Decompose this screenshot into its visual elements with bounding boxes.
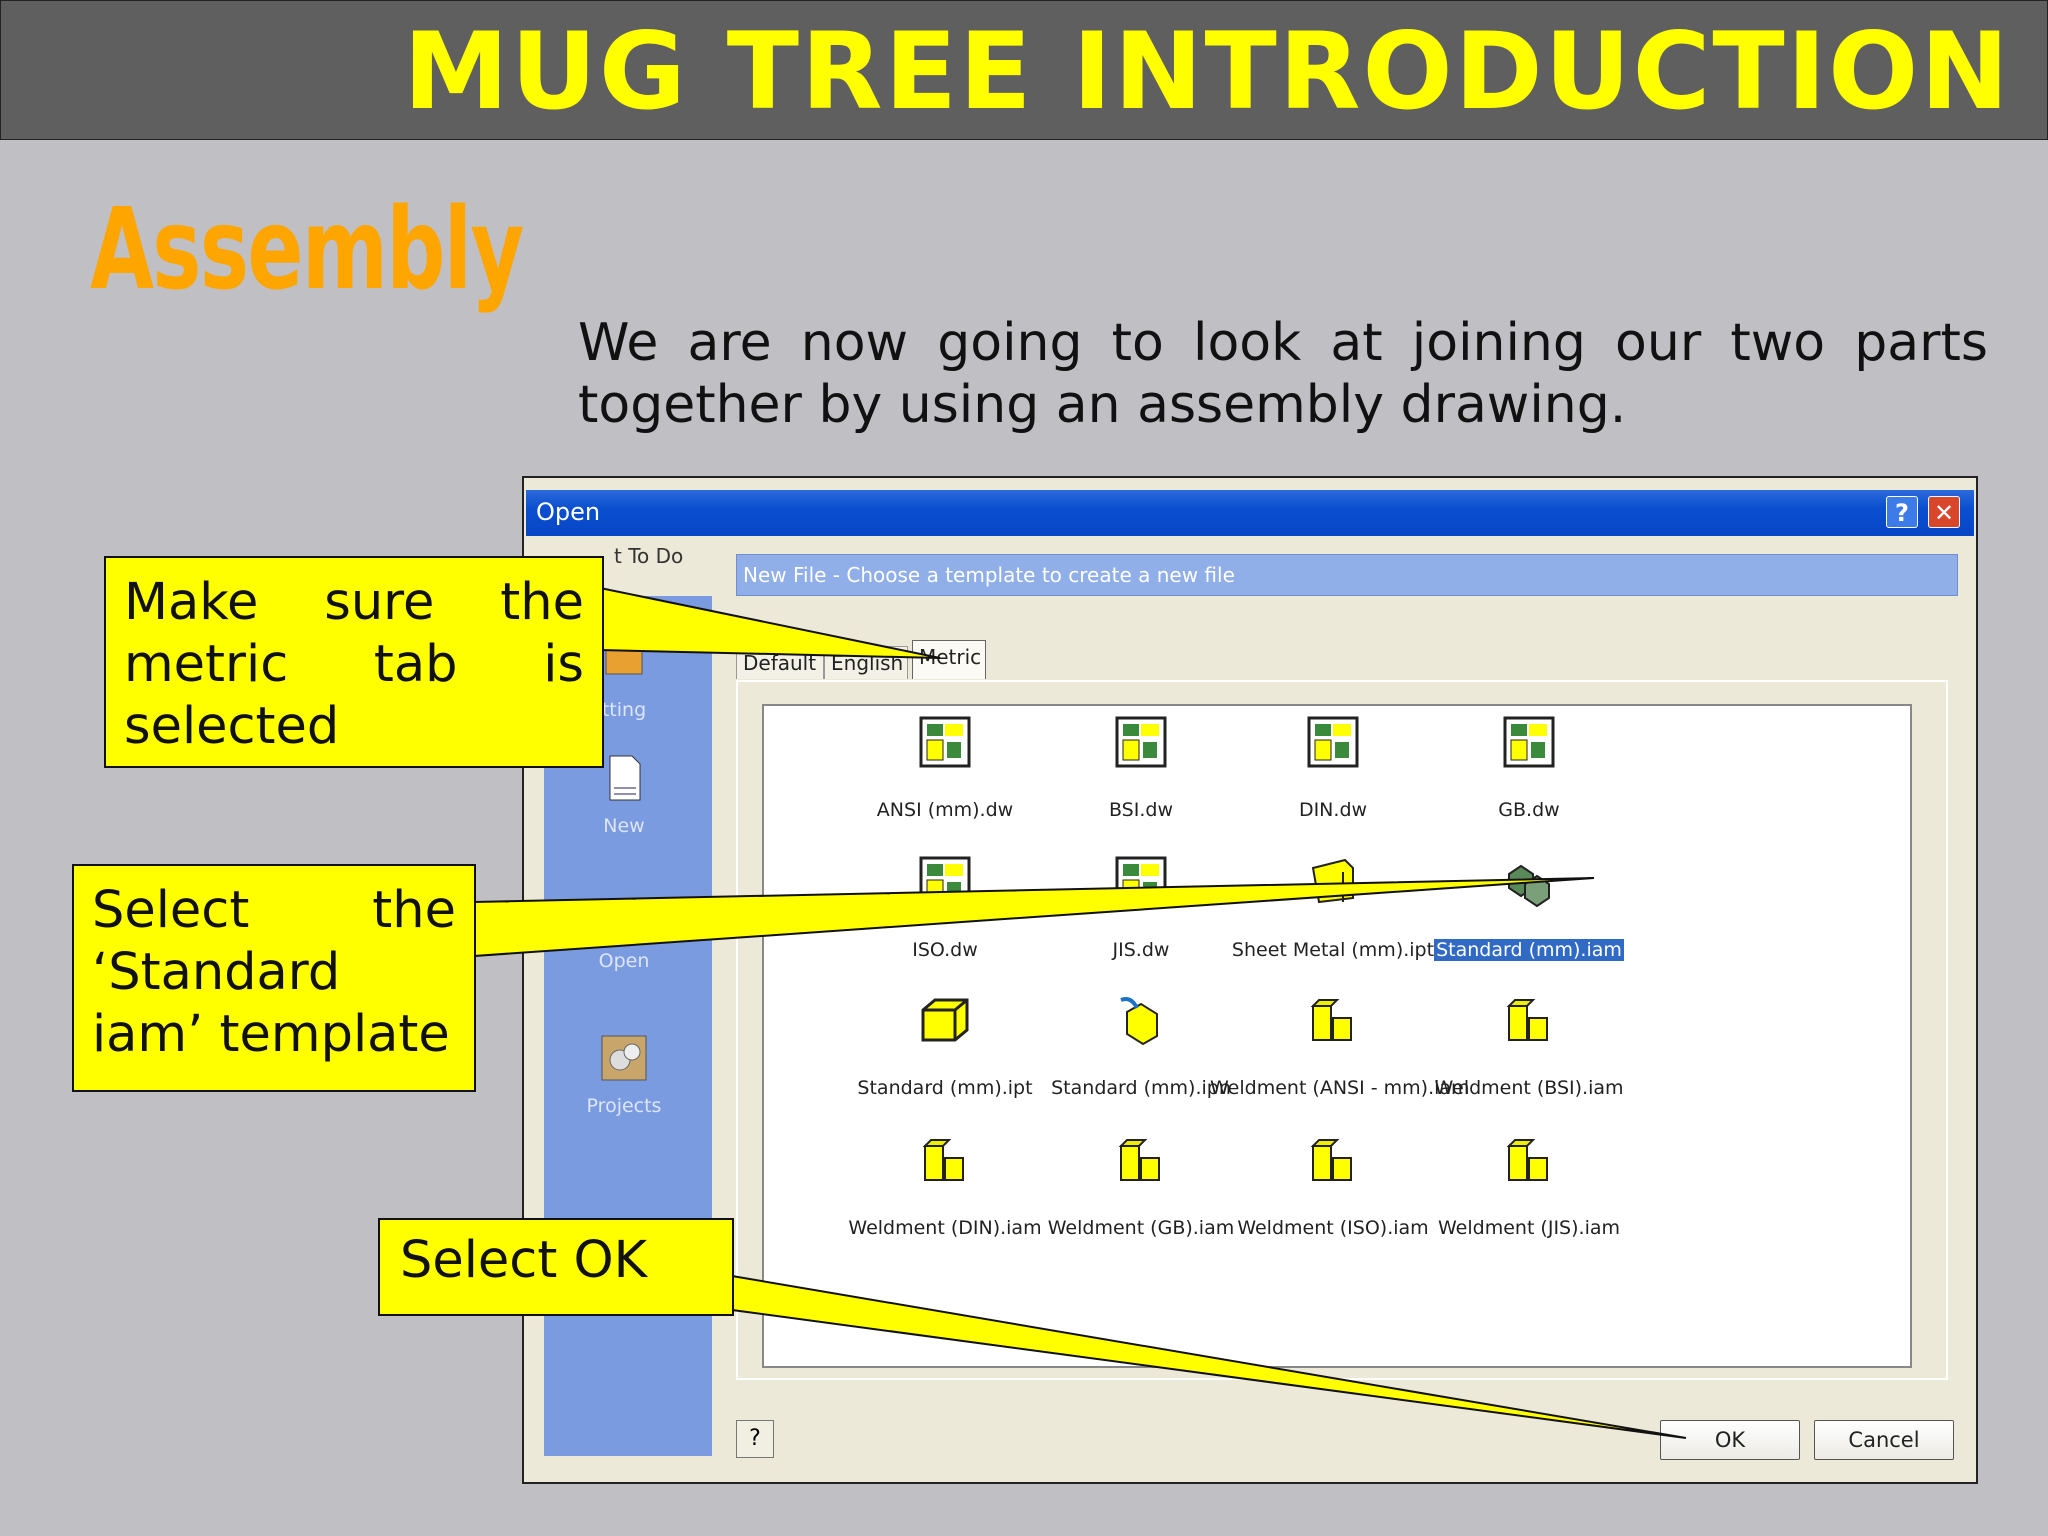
open-icon	[598, 892, 650, 944]
weldment-icon	[922, 1139, 964, 1181]
template-panel: ANSI (mm).dw BSI.dw DIN.dw GB.dw ISO.dw JIS.d…	[736, 680, 1948, 1380]
help-icon[interactable]: ?	[1886, 496, 1918, 528]
template-item[interactable]: Weldment (BSI).iam	[1404, 992, 1654, 1099]
assembly-icon	[1508, 864, 1550, 908]
template-item[interactable]: Standard (mm).iam	[1404, 854, 1654, 961]
template-item-label: ISO.dw	[912, 939, 978, 961]
weldment-icon	[1506, 1139, 1548, 1181]
template-item-label: Weldment (BSI).iam	[1434, 1077, 1624, 1099]
presentation-icon	[1120, 997, 1158, 1046]
slide-title: MUG TREE INTRODUCTION	[403, 10, 2011, 133]
weldment-icon	[1506, 999, 1548, 1041]
slide-header: MUG TREE INTRODUCTION	[0, 0, 2048, 140]
callout-metric-tab: Make sure the metric tab is selected	[104, 556, 604, 768]
dialog-banner: New File - Choose a template to create a…	[736, 554, 1958, 596]
dialog-titlebar[interactable]: Open ? ✕	[526, 490, 1974, 536]
drawing-icon	[1503, 716, 1555, 768]
cancel-button[interactable]: Cancel	[1814, 1420, 1954, 1460]
weldment-icon	[1310, 999, 1352, 1041]
template-item-label: Weldment (ISO).iam	[1237, 1217, 1429, 1239]
sidebar-item-label: Projects	[586, 1095, 662, 1117]
sidebar-item-projects[interactable]: Projects	[584, 1032, 664, 1117]
callout-select-ok: Select OK	[378, 1218, 734, 1316]
template-item-label: GB.dw	[1498, 799, 1560, 821]
ok-button[interactable]: OK	[1660, 1420, 1800, 1460]
drawing-icon	[1307, 716, 1359, 768]
weldment-icon	[1118, 1139, 1160, 1181]
sheet-metal-icon	[1311, 858, 1354, 904]
template-item-label: Standard (mm).ipn	[1051, 1077, 1231, 1099]
sidebar-item-open[interactable]: Open	[584, 892, 664, 972]
sidebar-header-label: t To Do	[614, 544, 684, 568]
template-item-label: Weldment (DIN).iam	[848, 1217, 1042, 1239]
template-item-label: DIN.dw	[1298, 799, 1368, 821]
section-heading: Assembly	[90, 185, 524, 315]
sidebar-item-label: tting	[601, 699, 647, 721]
template-item[interactable]: Weldment (JIS).iam	[1404, 1132, 1654, 1239]
tab-metric[interactable]: Metric	[912, 640, 986, 679]
drawing-icon	[919, 716, 971, 768]
close-icon[interactable]: ✕	[1928, 496, 1960, 528]
template-item-label: BSI.dw	[1108, 799, 1173, 821]
projects-icon	[601, 1035, 647, 1081]
drawing-icon	[1115, 716, 1167, 768]
intro-text: We are now going to look at joining our …	[578, 313, 1988, 435]
dialog-help-button[interactable]: ?	[736, 1420, 774, 1458]
open-dialog: Open ? ✕ t To Do tting New Open Projects…	[522, 476, 1978, 1484]
tab-default[interactable]: Default	[736, 646, 824, 679]
template-item[interactable]: GB.dw	[1404, 714, 1654, 821]
part-icon	[921, 998, 969, 1042]
tab-english[interactable]: English	[824, 646, 908, 679]
template-item-label: Standard (mm).ipt	[857, 1077, 1033, 1099]
template-item-label: JIS.dw	[1112, 939, 1170, 961]
callout-standard-template: Select the ‘Standard iam’ template	[72, 864, 476, 1092]
drawing-icon	[919, 856, 971, 908]
sidebar-item-label: Open	[598, 950, 650, 972]
banner-text: New File - Choose a template to create a…	[743, 563, 1235, 587]
sidebar-item-label: New	[603, 815, 645, 837]
new-file-icon	[609, 755, 641, 801]
template-file-list: ANSI (mm).dw BSI.dw DIN.dw GB.dw ISO.dw JIS.d…	[762, 704, 1912, 1368]
weldment-icon	[1310, 1139, 1352, 1181]
template-item-label: Weldment (JIS).iam	[1438, 1217, 1620, 1239]
dialog-title: Open	[536, 498, 601, 526]
drawing-icon	[1115, 856, 1167, 908]
template-item-label: Standard (mm).iam	[1434, 939, 1624, 961]
getting-started-icon	[605, 643, 643, 675]
template-item-label: ANSI (mm).dw	[876, 799, 1014, 821]
